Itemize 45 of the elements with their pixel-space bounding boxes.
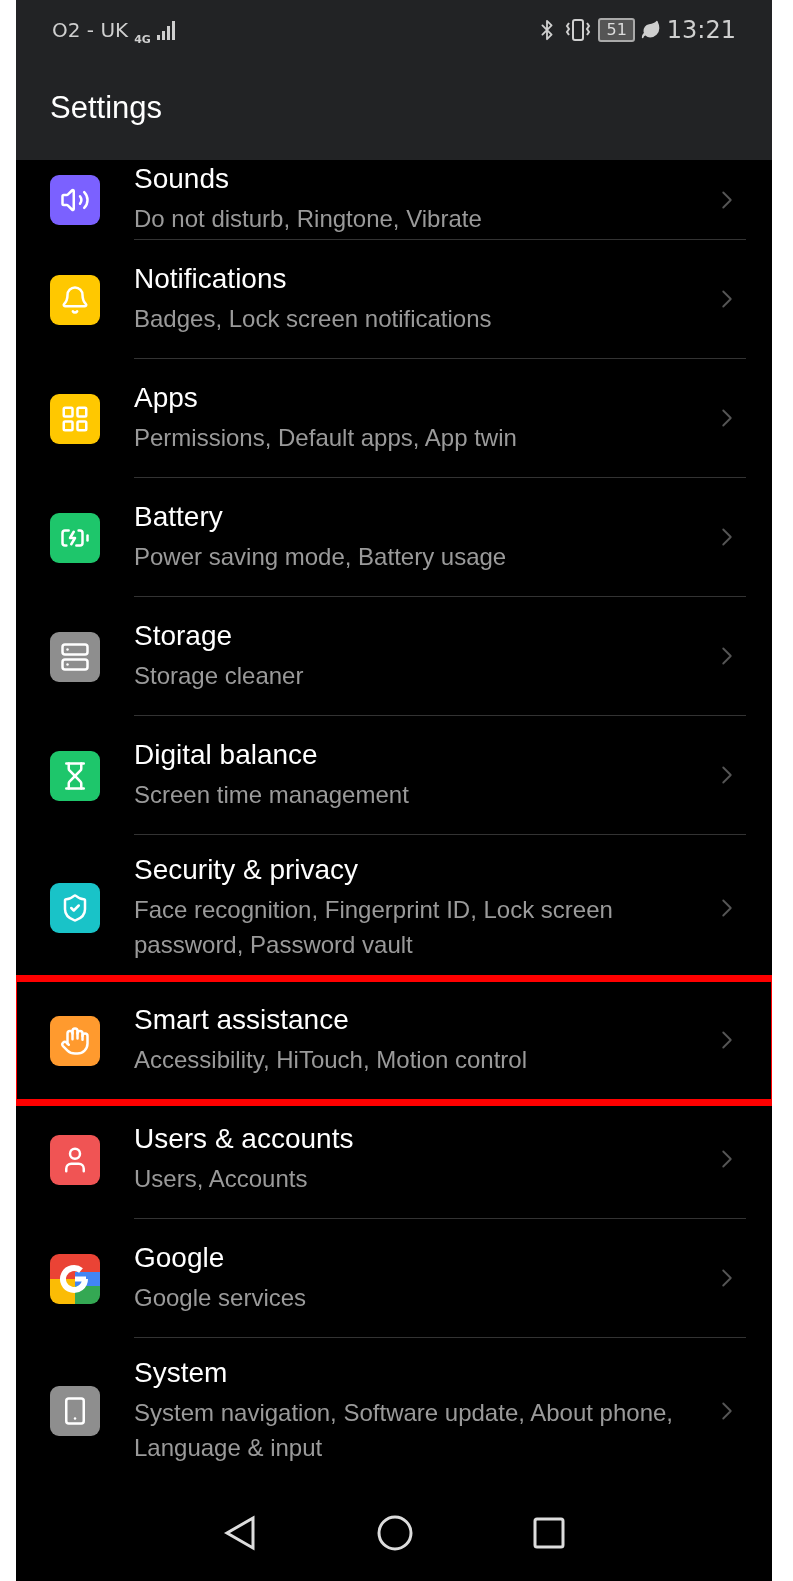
- settings-item[interactable]: Google Google services: [16, 1219, 772, 1338]
- item-subtitle: Face recognition, Fingerprint ID, Lock screen password, Password vault: [134, 894, 614, 960]
- item-title: Sounds: [134, 163, 230, 195]
- item-title: Digital balance: [134, 738, 319, 771]
- item-subtitle: Users, Accounts: [134, 1163, 309, 1194]
- item-title: Security & privacy: [134, 853, 360, 886]
- home-icon[interactable]: [377, 1514, 413, 1551]
- settings-item[interactable]: Storage Storage cleaner: [16, 597, 772, 716]
- back-icon[interactable]: [223, 1514, 257, 1551]
- item-title: System: [134, 1357, 229, 1389]
- item-subtitle: Google services: [134, 1282, 308, 1313]
- item-subtitle: Permissions, Default apps, App twin: [134, 422, 518, 453]
- settings-item[interactable]: Security & privacy Face recognition, Fingerprint ID, Lock screen password, Password vault: [16, 835, 772, 981]
- item-subtitle: System navigation, Software update, About phone, Language & input: [134, 1398, 675, 1463]
- leaf-icon: [640, 20, 661, 40]
- item-title: Users & accounts: [134, 1122, 355, 1155]
- settings-item[interactable]: Digital balance Screen time management: [16, 716, 772, 835]
- item-subtitle: Do not disturb, Ringtone, Vibrate: [134, 204, 483, 234]
- battery-level: 51: [598, 18, 635, 42]
- signal-icon: [156, 20, 177, 40]
- item-title: Google: [134, 1241, 226, 1274]
- item-subtitle: Power saving mode, Battery usage: [134, 541, 508, 572]
- network-type: 4G: [134, 32, 151, 46]
- item-title: Smart assistance: [134, 1003, 350, 1036]
- settings-item[interactable]: Users & accounts Users, Accounts: [16, 1100, 772, 1219]
- item-subtitle: Storage cleaner: [134, 660, 305, 691]
- clock: 13:21: [666, 16, 736, 44]
- google-icon: [50, 1253, 100, 1304]
- item-subtitle: Accessibility, HiTouch, Motion control: [134, 1044, 529, 1075]
- settings-item[interactable]: Apps Permissions, Default apps, App twin: [16, 359, 772, 478]
- recents-icon[interactable]: [533, 1516, 565, 1549]
- settings-item[interactable]: Smart assistance Accessibility, HiTouch, Motion control: [16, 981, 772, 1100]
- settings-item[interactable]: System System navigation, Software update, About phone, Language & input: [16, 1338, 772, 1484]
- item-title: Battery: [134, 500, 224, 533]
- item-title: Notifications: [134, 262, 288, 295]
- settings-item[interactable]: Battery Power saving mode, Battery usage: [16, 478, 772, 597]
- settings-item[interactable]: Notifications Badges, Lock screen notifications: [16, 240, 772, 359]
- vibrate-icon: [564, 18, 593, 42]
- item-title: Storage: [134, 619, 234, 652]
- item-subtitle: Screen time management: [134, 779, 410, 810]
- settings-item[interactable]: Sounds Do not disturb, Ringtone, Vibrate: [16, 160, 772, 240]
- item-subtitle: Badges, Lock screen notifications: [134, 303, 493, 334]
- page-title: Settings: [49, 89, 163, 126]
- item-title: Apps: [134, 381, 199, 414]
- carrier-name: O2 - UK: [52, 18, 129, 42]
